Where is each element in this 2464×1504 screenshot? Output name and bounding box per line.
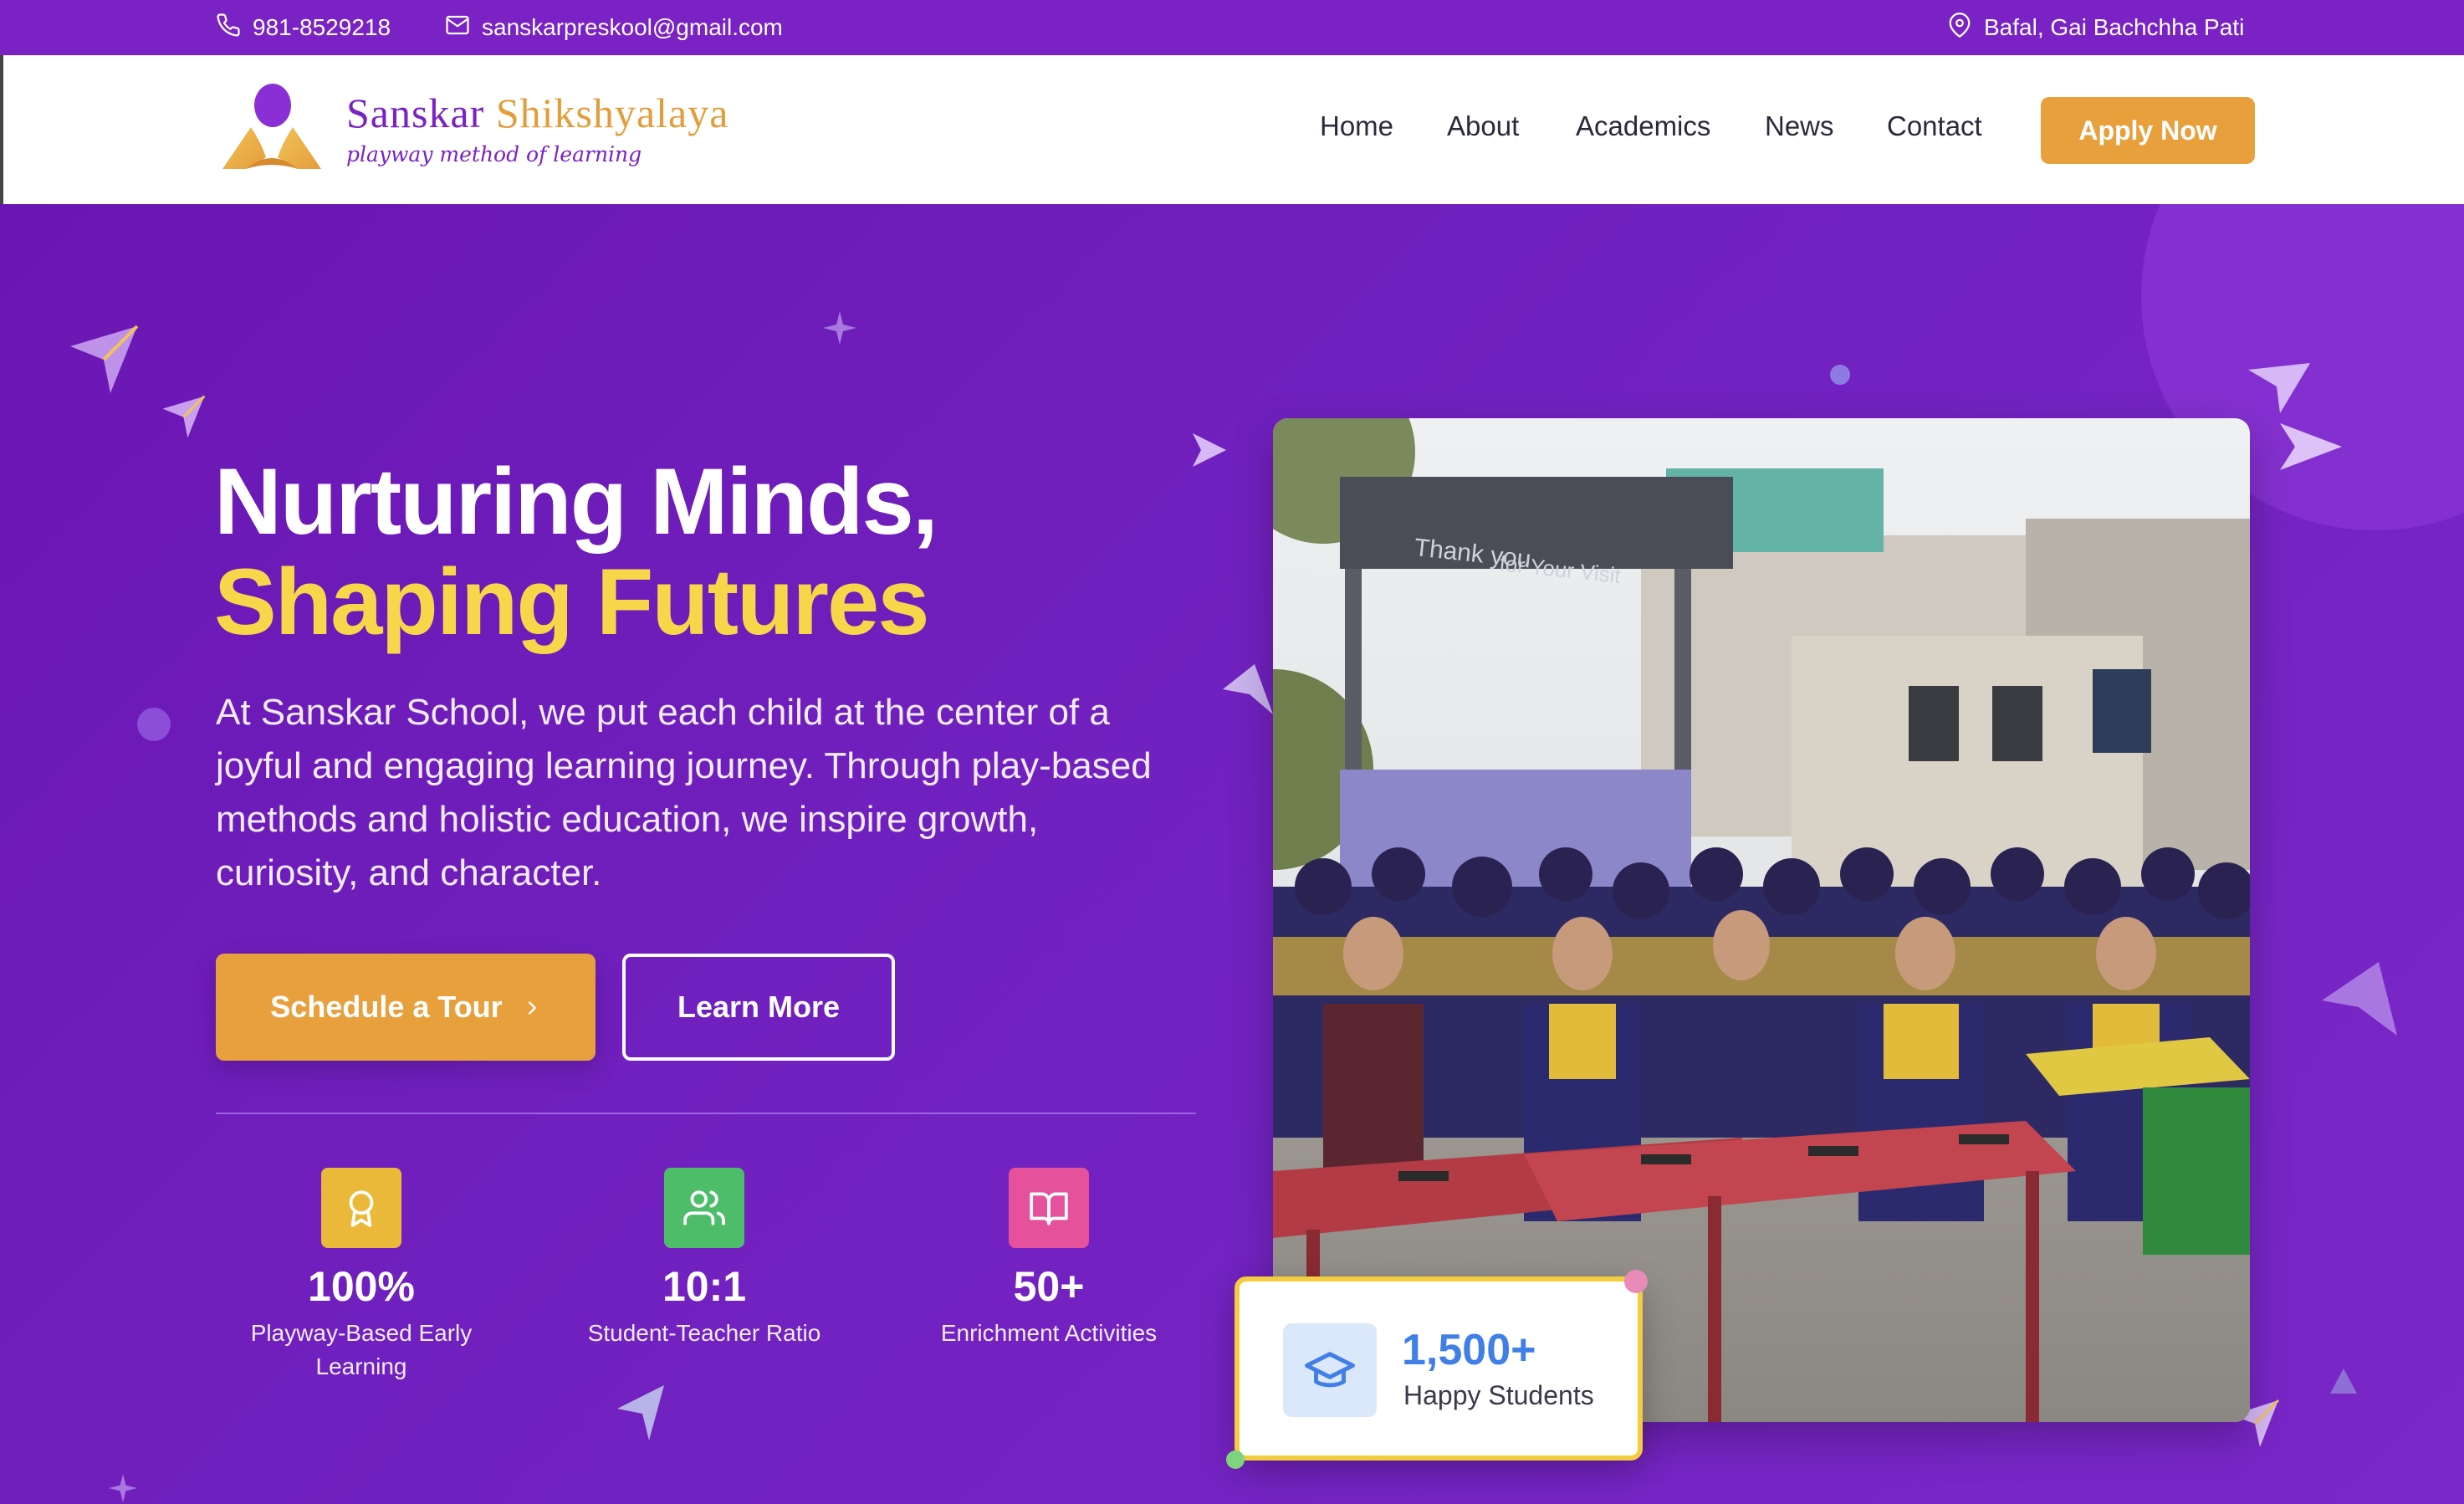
stat-label: Playway-Based Early Learning xyxy=(250,1320,473,1379)
students-label: Happy Students xyxy=(1403,1380,1594,1410)
nav-about[interactable]: About xyxy=(1447,110,1519,142)
schedule-tour-label: Schedule a Tour xyxy=(270,990,503,1024)
apply-now-button[interactable]: Apply Now xyxy=(2041,97,2255,164)
email-address: sanskarpreskool@gmail.com xyxy=(482,14,783,40)
nav-home[interactable]: Home xyxy=(1320,110,1393,142)
learn-more-button[interactable]: Learn More xyxy=(622,954,895,1061)
stat-label: Student-Teacher Ratio xyxy=(587,1320,821,1346)
brand-name-second: Shikshyalaya xyxy=(495,90,729,136)
book-open-icon xyxy=(1009,1168,1089,1248)
main-header: Sanskar Shikshyalaya playway method of l… xyxy=(0,55,2464,204)
headline-line-2: Shaping Futures xyxy=(214,550,930,654)
nav-academics[interactable]: Academics xyxy=(1576,110,1710,142)
stat-value: 10:1 xyxy=(662,1263,747,1310)
top-info-bar: 981-8529218 sanskarpreskool@gmail.com Ba… xyxy=(0,0,2464,55)
phone-number: 981-8529218 xyxy=(253,14,391,40)
mail-icon xyxy=(445,13,470,43)
decorative-dot xyxy=(1830,365,1850,385)
paper-plane-icon xyxy=(2280,423,2342,470)
graduation-cap-icon xyxy=(1283,1323,1377,1417)
brand-tagline: playway method of learning xyxy=(346,142,642,166)
nav-contact[interactable]: Contact xyxy=(1887,110,1982,142)
paper-plane-icon xyxy=(2322,962,2397,1036)
paper-plane-icon xyxy=(1223,664,1273,714)
nav-news[interactable]: News xyxy=(1765,110,1834,142)
location-text: Bafal, Gai Bachchha Pati xyxy=(1984,14,2245,40)
sparkle-icon xyxy=(109,1474,137,1502)
decorative-dot xyxy=(1624,1270,1648,1293)
happy-students-card: 1,500+ Happy Students xyxy=(1235,1276,1643,1461)
students-count: 1,500+ xyxy=(1402,1326,1536,1374)
stat-playway: 100% Playway-Based Early Learning xyxy=(227,1168,495,1384)
chevron-right-icon xyxy=(523,990,541,1025)
school-logo[interactable] xyxy=(217,80,326,179)
paper-plane-icon xyxy=(2248,363,2310,413)
phone-icon xyxy=(216,13,241,43)
location-info: Bafal, Gai Bachchha Pati xyxy=(1947,0,2244,55)
paper-plane-icon xyxy=(1193,433,1226,467)
hero-photo-students: Thank you for Your Visit xyxy=(1273,418,2250,1422)
hero-headline: Nurturing Minds, Shaping Futures xyxy=(214,449,938,654)
decorative-dot xyxy=(137,708,171,741)
sparkle-icon xyxy=(823,311,856,345)
stat-ratio: 10:1 Student-Teacher Ratio xyxy=(570,1168,838,1350)
hero-section: Nurturing Minds, Shaping Futures At Sans… xyxy=(0,204,2464,1504)
stat-value: 100% xyxy=(308,1263,415,1310)
stat-label: Enrichment Activities xyxy=(940,1320,1158,1346)
award-icon xyxy=(321,1168,401,1248)
brand-name[interactable]: Sanskar Shikshyalaya xyxy=(346,89,728,137)
triangle-icon xyxy=(2330,1368,2357,1394)
hero-description: At Sanskar School, we put each child at … xyxy=(216,692,1152,893)
schedule-tour-button[interactable]: Schedule a Tour xyxy=(216,954,596,1061)
stats-divider xyxy=(216,1113,1196,1114)
paper-plane-icon xyxy=(162,395,206,438)
stat-value: 50+ xyxy=(1013,1263,1085,1310)
stat-activities: 50+ Enrichment Activities xyxy=(915,1168,1183,1350)
paper-plane-icon xyxy=(617,1385,664,1440)
phone-contact[interactable]: 981-8529218 xyxy=(216,0,391,55)
map-pin-icon xyxy=(1947,12,1972,43)
headline-line-1: Nurturing Minds, xyxy=(214,449,938,554)
email-contact[interactable]: sanskarpreskool@gmail.com xyxy=(445,0,783,55)
decorative-dot xyxy=(1226,1450,1245,1469)
users-icon xyxy=(664,1168,744,1248)
paper-plane-icon xyxy=(70,325,139,393)
brand-name-first: Sanskar xyxy=(346,90,485,136)
